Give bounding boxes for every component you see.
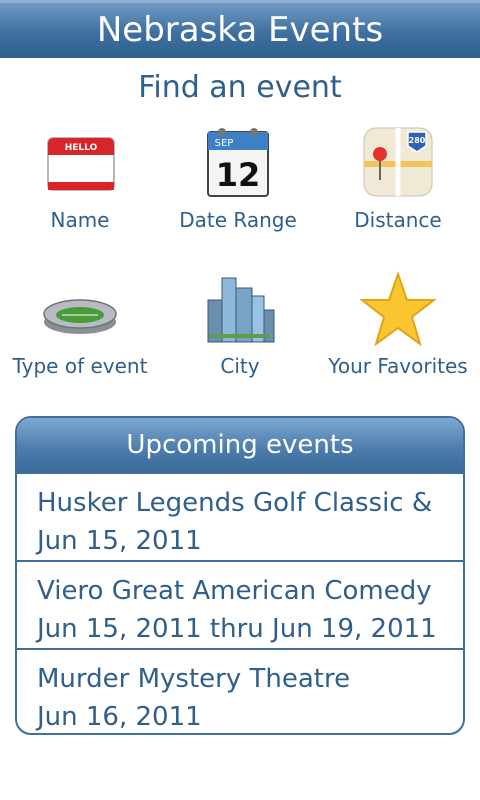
svg-text:280: 280 [409,136,426,145]
page-subtitle: Find an event [138,70,342,105]
your-favorites-button[interactable]: Your Favorites [318,270,478,378]
upcoming-events-header: Upcoming events [17,418,463,472]
svg-text:SEP: SEP [215,138,234,149]
find-by-type-button[interactable]: Type of event [0,270,160,378]
calendar-icon: SEP 12 [198,124,278,204]
city-buildings-icon [200,270,280,350]
event-list-item[interactable]: Husker Legends Golf Classic & Jun 15, 20… [17,472,463,560]
event-name: Husker Legends Golf Classic & [37,488,433,518]
event-list-item[interactable]: Murder Mystery Theatre Jun 16, 2011 [17,648,463,733]
star-icon [358,270,438,350]
tile-label-distance: Distance [354,208,442,232]
event-list-item[interactable]: Viero Great American Comedy Jun 15, 2011… [17,560,463,648]
find-by-distance-button[interactable]: 280 Distance [318,124,478,232]
upcoming-events-panel: Upcoming events Husker Legends Golf Clas… [15,416,465,735]
find-by-city-button[interactable]: City [160,270,320,378]
tile-label-your-favorites: Your Favorites [328,354,468,378]
event-name: Viero Great American Comedy [37,576,432,606]
hello-name-tag-icon: HELLO [40,124,120,204]
event-date: Jun 15, 2011 thru Jun 19, 2011 [37,614,437,644]
event-date: Jun 16, 2011 [37,702,202,732]
find-by-date-range-button[interactable]: SEP 12 Date Range [158,124,318,232]
map-pin-icon: 280 [358,124,438,204]
event-date: Jun 15, 2011 [37,526,202,556]
find-by-name-button[interactable]: HELLO Name [0,124,160,232]
tile-label-city: City [220,354,260,378]
app-title-bar: Nebraska Events [0,0,480,58]
app-title: Nebraska Events [96,10,384,50]
svg-text:HELLO: HELLO [65,143,98,153]
tile-label-date-range: Date Range [179,208,297,232]
event-name: Murder Mystery Theatre [37,664,351,694]
stadium-icon [40,270,120,350]
tile-label-name: Name [50,208,110,232]
tile-label-type-of-event: Type of event [12,354,148,378]
svg-text:12: 12 [216,156,261,194]
